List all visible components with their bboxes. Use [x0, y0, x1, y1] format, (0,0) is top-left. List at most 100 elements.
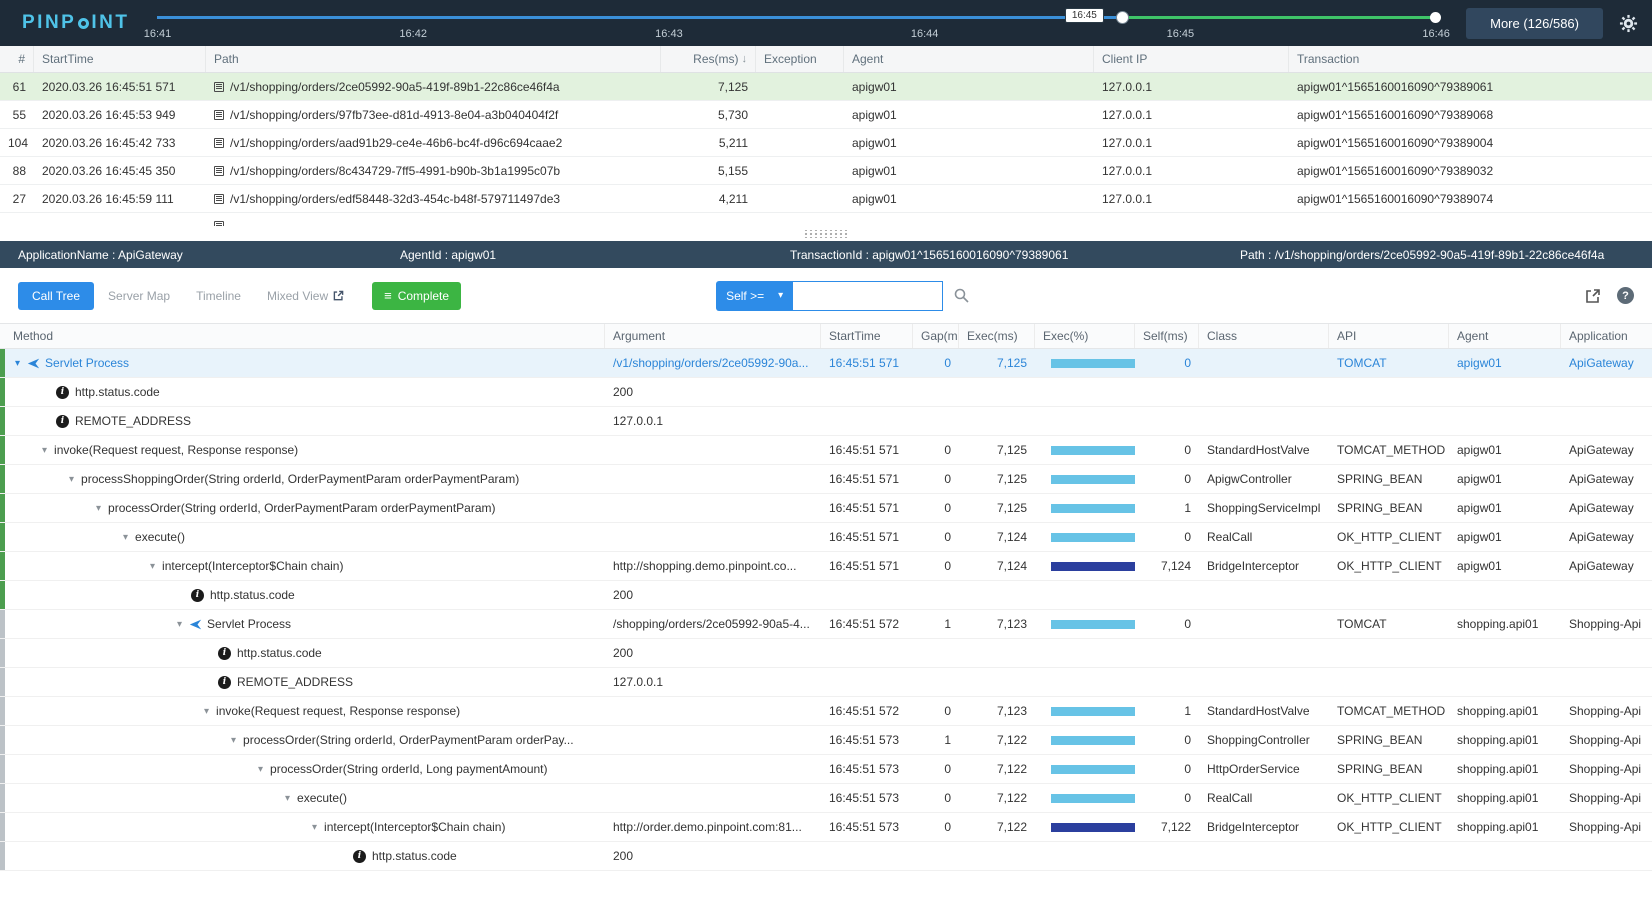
txn-cell-num: 88: [0, 164, 34, 178]
help-icon[interactable]: ?: [1617, 287, 1634, 304]
call-tree-row[interactable]: ihttp.status.code200: [0, 378, 1652, 407]
tree-cell-starttime: 16:45:51 571: [821, 530, 913, 544]
call-tree-row[interactable]: ▾execute()16:45:51 57107,1240RealCallOK_…: [0, 523, 1652, 552]
txn-col-[interactable]: #: [0, 46, 34, 72]
method-name: invoke(Request request, Response respons…: [216, 704, 460, 718]
call-tree-row[interactable]: ▾processOrder(String orderId, OrderPayme…: [0, 726, 1652, 755]
chevron-down-icon[interactable]: ▾: [42, 445, 47, 456]
servlet-icon: [189, 618, 202, 631]
call-tree-row[interactable]: ihttp.status.code200: [0, 581, 1652, 610]
transaction-row[interactable]: [0, 213, 1652, 226]
call-tree-row[interactable]: ▾Servlet Process/v1/shopping/orders/2ce0…: [0, 349, 1652, 378]
transaction-row[interactable]: 612020.03.26 16:45:51 571/v1/shopping/or…: [0, 73, 1652, 101]
tree-cell-exec: 7,125: [959, 472, 1035, 486]
chevron-down-icon[interactable]: ▾: [258, 764, 263, 775]
call-tree-row[interactable]: ▾execute()16:45:51 57307,1220RealCallOK_…: [0, 784, 1652, 813]
txn-cell-starttime: 2020.03.26 16:45:53 949: [34, 108, 206, 122]
method-name: invoke(Request request, Response respons…: [54, 443, 298, 457]
method-name: http.status.code: [75, 385, 160, 399]
chevron-down-icon[interactable]: ▾: [231, 735, 236, 746]
settings-gear-icon[interactable]: [1619, 14, 1638, 33]
tree-cell-exec: 7,124: [959, 530, 1035, 544]
transaction-row[interactable]: 272020.03.26 16:45:59 111/v1/shopping/or…: [0, 185, 1652, 213]
tree-cell-application: Shopping-Api: [1561, 733, 1652, 747]
call-tree-row[interactable]: iREMOTE_ADDRESS127.0.0.1: [0, 668, 1652, 697]
call-tree-row[interactable]: ▾processShoppingOrder(String orderId, Or…: [0, 465, 1652, 494]
logo-ring-icon: [78, 18, 89, 29]
timeline-track[interactable]: 16:45: [157, 16, 1436, 19]
tree-cell-application: ApiGateway: [1561, 559, 1652, 573]
txn-col-transaction[interactable]: Transaction: [1289, 46, 1652, 72]
info-icon: i: [353, 850, 366, 863]
transaction-row[interactable]: 1042020.03.26 16:45:42 733/v1/shopping/o…: [0, 129, 1652, 157]
chevron-down-icon[interactable]: ▾: [123, 532, 128, 543]
call-tree-row[interactable]: ihttp.status.code200: [0, 842, 1652, 871]
open-in-new-window-icon[interactable]: [1585, 288, 1601, 304]
tree-cell-api: OK_HTTP_CLIENT: [1329, 791, 1449, 805]
call-tree-row[interactable]: ▾intercept(Interceptor$Chain chain)http:…: [0, 552, 1652, 581]
timeline-end-handle[interactable]: [1430, 12, 1441, 23]
tree-cell-gap: 0: [913, 443, 959, 457]
tab-call-tree[interactable]: Call Tree: [18, 282, 94, 310]
exec-percent-bar: [1051, 562, 1135, 571]
txn-cell-path: /v1/shopping/orders/aad91b29-ce4e-46b6-b…: [206, 136, 661, 150]
tree-cell-agent: shopping.api01: [1449, 704, 1561, 718]
call-tree-row[interactable]: ▾ invoke(Request request, Response respon…: [0, 436, 1652, 465]
search-input[interactable]: [793, 281, 943, 311]
chevron-down-icon[interactable]: ▾: [285, 793, 290, 804]
tree-cell-method: ▾execute(): [5, 530, 605, 544]
call-tree-row[interactable]: ihttp.status.code200: [0, 639, 1652, 668]
chevron-down-icon[interactable]: ▾: [150, 561, 155, 572]
tree-cell-starttime: 16:45:51 572: [821, 617, 913, 631]
txn-col-exception[interactable]: Exception: [756, 46, 844, 72]
tree-cell-method: ▾processOrder(String orderId, Long payme…: [5, 762, 605, 776]
search-filter-label: Self >=: [726, 289, 764, 303]
splitter-grip[interactable]: [804, 230, 848, 238]
timeline-slider-handle[interactable]: [1116, 11, 1129, 24]
tab-timeline[interactable]: Timeline: [184, 282, 253, 310]
search-filter-select[interactable]: Self >= ▾: [716, 281, 793, 311]
tree-cell-method: ▾Servlet Process: [5, 617, 605, 631]
tree-cell-application: Shopping-Api: [1561, 617, 1652, 631]
exec-percent-bar: [1051, 765, 1135, 774]
more-button[interactable]: More (126/586): [1466, 8, 1603, 39]
txn-col-starttime[interactable]: StartTime: [34, 46, 206, 72]
document-icon: [214, 110, 224, 120]
txn-col-path[interactable]: Path: [206, 46, 661, 72]
chevron-down-icon[interactable]: ▾: [96, 503, 101, 514]
tree-cell-gap: 0: [913, 356, 959, 370]
txn-cell-res: 5,211: [661, 136, 756, 150]
tree-cell-method: ihttp.status.code: [5, 849, 605, 863]
tab-server-map[interactable]: Server Map: [96, 282, 182, 310]
transaction-table-header: #StartTimePathRes(ms)↓ExceptionAgentClie…: [0, 46, 1652, 73]
call-tree-row[interactable]: ▾ invoke(Request request, Response respon…: [0, 697, 1652, 726]
tree-cell-agent: apigw01: [1449, 559, 1561, 573]
transaction-row[interactable]: 882020.03.26 16:45:45 350/v1/shopping/or…: [0, 157, 1652, 185]
chevron-down-icon[interactable]: ▾: [204, 706, 209, 717]
txn-path-text: /v1/shopping/orders/edf58448-32d3-454c-b…: [230, 192, 560, 206]
txn-cell-path: /v1/shopping/orders/97fb73ee-d81d-4913-8…: [206, 108, 661, 122]
tree-cell-self: 0: [1135, 791, 1199, 805]
txn-col-res-ms[interactable]: Res(ms)↓: [661, 46, 756, 72]
chevron-down-icon[interactable]: ▾: [15, 358, 20, 369]
tree-cell-class: BridgeInterceptor: [1199, 820, 1329, 834]
call-tree-row[interactable]: ▾intercept(Interceptor$Chain chain)http:…: [0, 813, 1652, 842]
transaction-row[interactable]: 552020.03.26 16:45:53 949/v1/shopping/or…: [0, 101, 1652, 129]
timeline-tick: 16:44: [911, 28, 939, 40]
call-tree-row[interactable]: ▾processOrder(String orderId, OrderPayme…: [0, 494, 1652, 523]
chevron-down-icon[interactable]: ▾: [312, 822, 317, 833]
search-group: Self >= ▾: [716, 281, 970, 311]
chevron-down-icon[interactable]: ▾: [69, 474, 74, 485]
call-tree-row[interactable]: ▾Servlet Process/shopping/orders/2ce0599…: [0, 610, 1652, 639]
tree-cell-self: 0: [1135, 443, 1199, 457]
txn-col-agent[interactable]: Agent: [844, 46, 1094, 72]
complete-button[interactable]: ≡ Complete: [372, 282, 461, 310]
txn-col-client-ip[interactable]: Client IP: [1094, 46, 1289, 72]
tree-cell-exec-pct: [1035, 533, 1135, 542]
call-tree-row[interactable]: iREMOTE_ADDRESS127.0.0.1: [0, 407, 1652, 436]
tree-cell-starttime: 16:45:51 573: [821, 762, 913, 776]
chevron-down-icon[interactable]: ▾: [177, 619, 182, 630]
search-icon[interactable]: [953, 287, 970, 304]
call-tree-row[interactable]: ▾processOrder(String orderId, Long payme…: [0, 755, 1652, 784]
tab-mixed-view[interactable]: Mixed View: [255, 282, 356, 310]
